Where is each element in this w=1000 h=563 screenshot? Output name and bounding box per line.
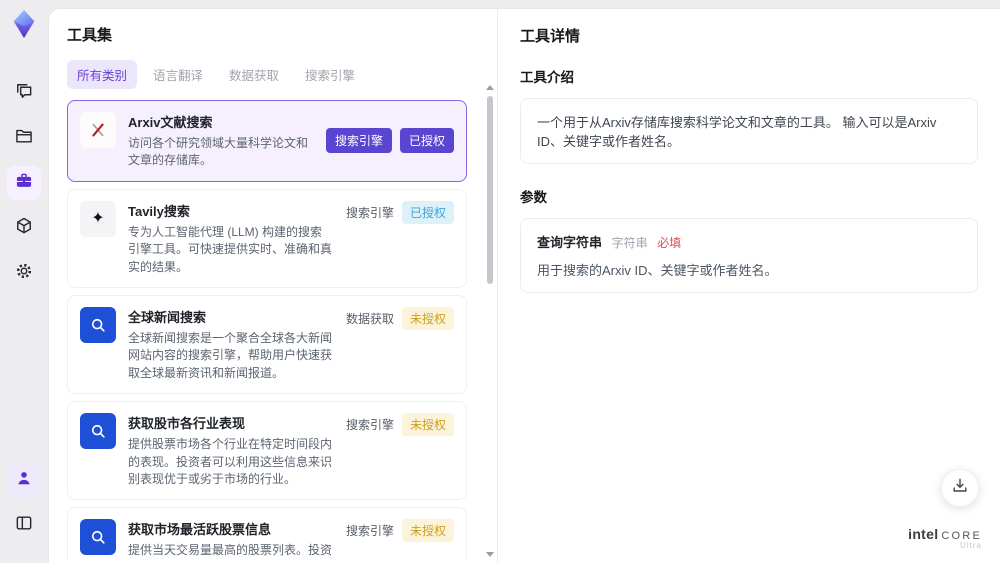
arxiv-logo-icon (80, 112, 116, 148)
scroll-down-arrow[interactable] (486, 552, 494, 557)
user-icon (14, 468, 34, 493)
cube-icon (14, 216, 34, 241)
status-badge: 未授权 (401, 519, 454, 543)
tool-name: Tavily搜索 (128, 203, 190, 219)
tool-name: 获取股市各行业表现 (128, 416, 246, 432)
tool-card-sector-performance[interactable]: 获取股市各行业表现 提供股票市场各个行业在特定时间段内的表现。投资者可以利用这些… (67, 401, 467, 501)
toolbox-icon (14, 171, 34, 196)
status-badge: 已授权 (399, 128, 454, 154)
app-logo (8, 8, 40, 40)
category-tabs: 所有类别 语言翻译 数据获取 搜索引擎 (67, 60, 481, 89)
param-box: 查询字符串 字符串 必填 用于搜索的Arxiv ID、关键字或作者姓名。 (520, 218, 978, 293)
download-button[interactable] (941, 469, 979, 507)
tool-list-panel: 工具集 所有类别 语言翻译 数据获取 搜索引擎 Arxiv文献搜索 访问各个研究… (49, 9, 498, 563)
tool-name: 全球新闻搜索 (128, 309, 207, 325)
tool-details-panel: 工具详情 工具介绍 一个用于从Arxiv存储库搜索科学论文和文章的工具。 输入可… (498, 9, 1000, 563)
tool-card-tavily[interactable]: ✦ Tavily搜索 专为人工智能代理 (LLM) 构建的搜索引擎工具。可快速提… (67, 188, 467, 288)
details-title: 工具详情 (520, 28, 581, 45)
tool-description: 访问各个研究领域大量科学论文和文章的存储库。 (128, 136, 309, 168)
sidebar-item-panel-toggle[interactable] (7, 508, 41, 542)
category-label: 搜索引擎 (345, 205, 394, 220)
gear-icon (14, 261, 34, 286)
sidebar-item-user[interactable] (7, 463, 41, 497)
param-description: 用于搜索的Arxiv ID、关键字或作者姓名。 (537, 263, 778, 278)
category-label: 搜索引擎 (345, 524, 394, 539)
tool-description: 专为人工智能代理 (LLM) 构建的搜索引擎工具。可快速提供实时、准确和真实的结… (128, 224, 333, 274)
param-type: 字符串 (611, 236, 648, 250)
tab-all-categories[interactable]: 所有类别 (67, 60, 138, 89)
folder-icon (14, 126, 34, 151)
chat-icon (14, 81, 34, 106)
status-badge: 未授权 (401, 306, 454, 330)
status-badge: 未授权 (401, 413, 454, 437)
tool-card-most-active-stocks[interactable]: 获取市场最活跃股票信息 提供当天交易量最高的股票列表。投资者可以利用这些信息来识… (67, 507, 467, 560)
tool-description: 全球新闻搜索是一个聚合全球各大新闻网站内容的搜索引擎，帮助用户快速获取全球最新资… (128, 330, 333, 380)
scrollbar-thumb[interactable] (487, 96, 493, 284)
intel-core-logo: intel CORE Ultra (908, 525, 982, 551)
tool-name: Arxiv文献搜索 (128, 115, 213, 130)
panel-toggle-icon (14, 513, 34, 538)
status-badge: 已授权 (401, 200, 454, 224)
tool-card-global-news[interactable]: 全球新闻搜索 全球新闻搜索是一个聚合全球各大新闻网站内容的搜索引擎，帮助用户快速… (67, 294, 467, 395)
tavily-star-icon: ✦ (80, 200, 116, 237)
stock-search-icon (80, 519, 116, 556)
tab-search-engine[interactable]: 搜索引擎 (295, 60, 365, 89)
sidebar-item-tools[interactable] (7, 166, 41, 200)
tool-name: 获取市场最活跃股票信息 (128, 522, 272, 538)
category-badge: 搜索引擎 (325, 128, 392, 154)
tool-description: 提供当天交易量最高的股票列表。投资者可以利用这些信息来识别流动性强的股票和潜在的… (128, 543, 333, 558)
list-scrollbar[interactable] (486, 85, 494, 557)
tool-description: 提供股票市场各个行业在特定时间段内的表现。投资者可以利用这些信息来识别表现优于或… (128, 437, 333, 486)
intro-box: 一个用于从Arxiv存储库搜索科学论文和文章的工具。 输入可以是Arxiv ID… (520, 98, 978, 164)
sidebar (0, 0, 48, 563)
category-label: 搜索引擎 (345, 418, 394, 433)
tool-list: Arxiv文献搜索 访问各个研究领域大量科学论文和文章的存储库。 搜索引擎 已授… (67, 100, 481, 560)
category-label: 数据获取 (345, 311, 394, 326)
ultra-wordmark: Ultra (960, 541, 982, 551)
sidebar-item-models[interactable] (7, 211, 41, 245)
core-wordmark: CORE (941, 529, 982, 542)
tab-language-translation[interactable]: 语言翻译 (143, 60, 213, 89)
sidebar-item-chat[interactable] (7, 76, 41, 110)
main-surface: 工具集 所有类别 语言翻译 数据获取 搜索引擎 Arxiv文献搜索 访问各个研究… (48, 8, 1000, 563)
page-title: 工具集 (67, 27, 113, 44)
param-name: 查询字符串 (537, 235, 603, 250)
sidebar-item-files[interactable] (7, 121, 41, 155)
scroll-up-arrow[interactable] (486, 85, 494, 90)
sidebar-item-settings[interactable] (7, 256, 41, 290)
news-search-icon (80, 306, 116, 343)
stock-search-icon (80, 413, 116, 450)
params-heading: 参数 (520, 190, 547, 205)
intro-heading: 工具介绍 (520, 70, 574, 85)
intel-wordmark: intel (908, 525, 939, 542)
download-icon (950, 476, 970, 501)
param-required-flag: 必填 (657, 236, 682, 250)
tab-data-acquisition[interactable]: 数据获取 (219, 60, 289, 89)
tool-card-arxiv[interactable]: Arxiv文献搜索 访问各个研究领域大量科学论文和文章的存储库。 搜索引擎 已授… (67, 100, 467, 182)
